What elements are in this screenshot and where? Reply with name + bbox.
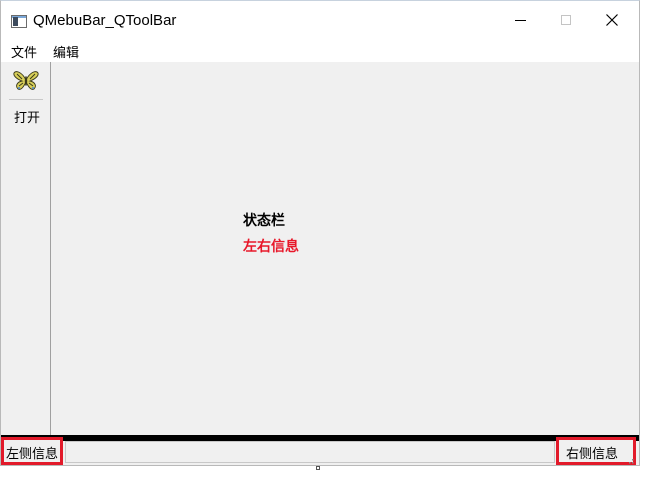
maximize-button[interactable] bbox=[543, 1, 589, 39]
menu-bar: 文件 编辑 bbox=[1, 39, 639, 62]
open-tool-button[interactable]: 打开 bbox=[5, 66, 47, 126]
window-resize-handle[interactable] bbox=[316, 466, 320, 470]
status-bar: 左侧信息 右侧信息 bbox=[1, 437, 639, 465]
title-bar[interactable]: QMebuBar_QToolBar bbox=[1, 1, 639, 39]
maximize-icon bbox=[561, 15, 571, 25]
status-left-message: 左侧信息 bbox=[1, 437, 63, 465]
menu-file[interactable]: 文件 bbox=[11, 42, 37, 61]
minimize-icon bbox=[514, 19, 526, 21]
toolbar-separator bbox=[9, 99, 43, 100]
status-middle-section bbox=[65, 441, 555, 463]
window-title: QMebuBar_QToolBar bbox=[33, 12, 177, 29]
close-icon bbox=[606, 14, 618, 26]
minimize-button[interactable] bbox=[497, 1, 543, 39]
status-right-message: 右侧信息 bbox=[556, 437, 636, 465]
info-label: 左右信息 bbox=[243, 238, 299, 254]
central-widget: 状态栏 左右信息 bbox=[52, 62, 639, 435]
menu-edit[interactable]: 编辑 bbox=[53, 42, 79, 61]
butterfly-icon bbox=[13, 71, 39, 90]
client-area: 打开 状态栏 左右信息 bbox=[1, 62, 639, 435]
status-title-label: 状态栏 bbox=[243, 212, 285, 228]
app-window-icon bbox=[11, 15, 27, 28]
close-button[interactable] bbox=[589, 1, 635, 39]
tool-bar: 打开 bbox=[1, 62, 51, 435]
open-tool-label: 打开 bbox=[14, 110, 41, 125]
size-grip-icon[interactable] bbox=[626, 456, 634, 464]
main-window: QMebuBar_QToolBar 文件 编辑 打开 状态栏 左右信息 左侧信息… bbox=[0, 0, 640, 466]
